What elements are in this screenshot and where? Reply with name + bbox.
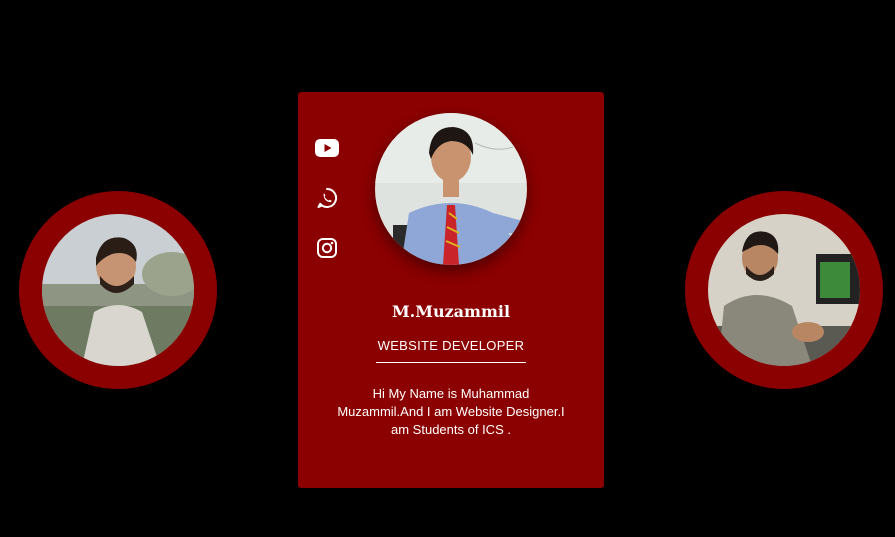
role-divider xyxy=(376,362,526,363)
page: M.Muzammil WEBSITE DEVELOPER Hi My Name … xyxy=(0,0,895,537)
left-avatar-photo xyxy=(42,214,194,366)
profile-name: M.Muzammil xyxy=(391,302,511,321)
profile-role: WEBSITE DEVELOPER xyxy=(377,338,525,353)
social-links xyxy=(314,135,340,285)
left-avatar-ring xyxy=(19,191,217,389)
right-avatar-photo xyxy=(708,214,860,366)
profile-card: M.Muzammil WEBSITE DEVELOPER Hi My Name … xyxy=(298,92,604,488)
youtube-icon[interactable] xyxy=(314,135,340,161)
profile-photo xyxy=(375,113,527,265)
instagram-icon[interactable] xyxy=(314,235,340,261)
profile-bio: Hi My Name is Muhammad Muzammil.And I am… xyxy=(337,386,565,437)
whatsapp-icon[interactable] xyxy=(314,185,340,211)
right-avatar-ring xyxy=(685,191,883,389)
